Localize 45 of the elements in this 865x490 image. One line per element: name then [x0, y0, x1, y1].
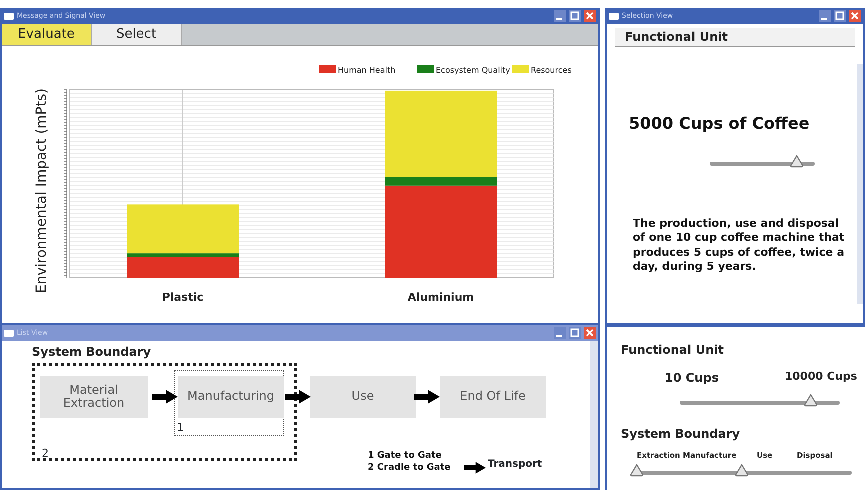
category-label: Aluminium: [408, 291, 474, 304]
section-heading: System Boundary: [32, 344, 152, 361]
minimize-icon[interactable]: [819, 10, 831, 22]
section-heading: System Boundary: [621, 426, 740, 443]
arrow-icon: [414, 390, 440, 404]
maximize-icon[interactable]: [569, 327, 581, 339]
legend-text: 2 Cradle to Gate: [368, 462, 451, 475]
arrow-icon: [285, 390, 311, 404]
close-icon[interactable]: [584, 10, 596, 22]
legend-label: Resources: [531, 66, 572, 75]
slider-thumb[interactable]: [804, 394, 818, 407]
stage-box: Material Extraction: [40, 376, 148, 418]
close-icon[interactable]: [584, 327, 596, 339]
maximize-icon[interactable]: [569, 10, 581, 22]
legend-text: 1 Gate to Gate: [368, 450, 442, 463]
minimize-icon[interactable]: [554, 327, 566, 339]
legend-label: Ecosystem Quality: [436, 66, 510, 75]
window-icon: [4, 12, 14, 20]
section-header: Functional Unit: [615, 28, 855, 47]
boundary-number: 1: [177, 420, 184, 436]
slider-thumb[interactable]: [735, 464, 750, 477]
maximize-icon[interactable]: [834, 10, 846, 22]
axis-title: Environmental Impact (mPts): [34, 88, 50, 294]
stage-box: End Of Life: [440, 376, 546, 418]
slider-thumb[interactable]: [790, 155, 804, 168]
stage-box: Manufacturing: [178, 376, 284, 418]
legend-label: Human Health: [338, 66, 396, 75]
legend-text: Transport: [488, 458, 542, 472]
value-text: 5000 Cups of Coffee: [629, 113, 810, 135]
arrow-icon: [152, 390, 178, 404]
tab[interactable]: Select: [92, 24, 182, 45]
description-text: The production, use and disposal of one 10 cup coffee machine that produces 5 cups of coffee, twice a day, during 5 years.: [633, 217, 846, 274]
slider-thumb[interactable]: [630, 464, 644, 477]
minimize-icon[interactable]: [554, 10, 566, 22]
tab[interactable]: Evaluate: [2, 24, 92, 45]
close-icon[interactable]: [849, 10, 861, 22]
stage-box: Use: [310, 376, 416, 418]
section-heading: Functional Unit: [621, 342, 724, 359]
window-icon: [4, 330, 14, 336]
min-label: 10 Cups: [665, 370, 719, 387]
window-icon: [609, 12, 619, 20]
boundary-number: 2: [42, 446, 49, 462]
category-label: Plastic: [162, 291, 204, 304]
arrow-icon: [464, 461, 486, 475]
max-label: 10000 Cups: [785, 369, 858, 385]
